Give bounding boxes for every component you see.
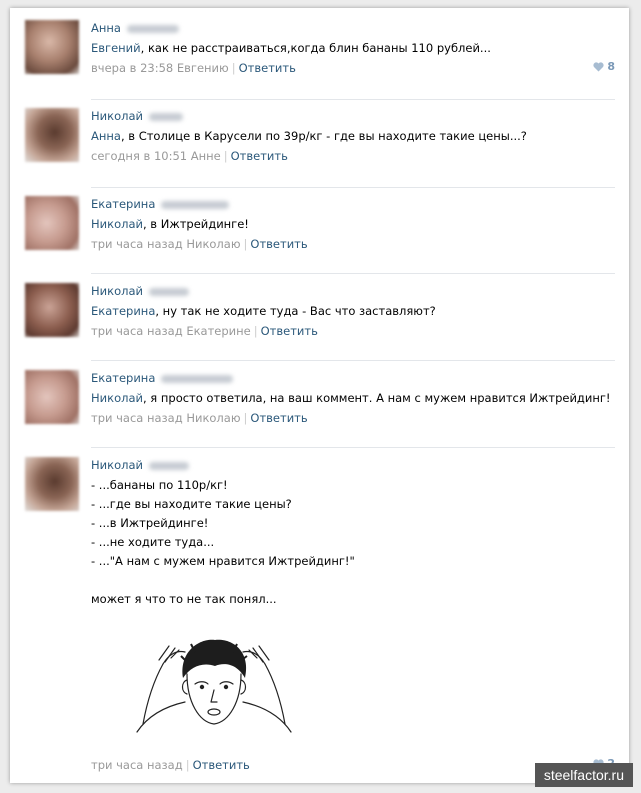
comment-meta: сегодня в 10:51 Анне | Ответить [91, 149, 288, 163]
avatar[interactable] [25, 283, 79, 337]
comment-text: - ...бананы по 110р/кг! - ...где вы нахо… [91, 476, 615, 609]
reply-button[interactable]: Ответить [231, 149, 288, 163]
author-name[interactable]: Анна [91, 21, 121, 35]
avatar[interactable] [25, 370, 79, 424]
addressee-link[interactable]: Екатерина [91, 304, 155, 318]
addressee-link[interactable]: Евгений [91, 41, 141, 55]
comment-text: Николай, я просто ответила, на ваш комме… [91, 391, 611, 405]
comment-line [91, 571, 615, 590]
like-count: 8 [607, 60, 615, 73]
comment-text: Екатерина, ну так не ходите туда - Вас ч… [91, 304, 436, 318]
comment-meta: три часа назад Николаю | Ответить [91, 237, 308, 251]
like-button[interactable]: 8 [593, 60, 615, 73]
comment: Анна Евгений, как не расстраиваться,когд… [25, 20, 615, 100]
comment-text: Николай, в Ижтрейдинге! [91, 217, 249, 231]
comment-line: - ..."А нам с мужем нравится Ижтрейдинг!… [91, 554, 355, 568]
comment-meta: три часа назад Екатерине | Ответить [91, 324, 318, 338]
author-name[interactable]: Николай [91, 458, 143, 472]
blurred-surname [148, 461, 189, 470]
comment-text: Евгений, как не расстраиваться,когда бли… [91, 41, 491, 55]
author-name[interactable]: Екатерина [91, 371, 155, 385]
comment-time[interactable]: сегодня в 10:51 Анне [91, 149, 221, 163]
avatar[interactable] [25, 108, 79, 162]
blurred-surname [148, 112, 183, 121]
author-name[interactable]: Николай [91, 109, 143, 123]
site-watermark: steelfactor.ru [534, 763, 633, 787]
comment: Екатерина Николай, я просто ответила, на… [25, 370, 615, 448]
author-name[interactable]: Николай [91, 284, 143, 298]
reply-button[interactable]: Ответить [261, 324, 318, 338]
confused-face-meme[interactable] [129, 632, 299, 734]
blurred-surname [126, 24, 179, 33]
avatar[interactable] [25, 196, 79, 250]
comment-time[interactable]: три часа назад [91, 758, 183, 772]
comment: Николай Екатерина, ну так не ходите туда… [25, 283, 615, 361]
avatar[interactable] [25, 457, 79, 511]
comment-meta: три часа назад Николаю | Ответить [91, 411, 308, 425]
addressee-link[interactable]: Николай [91, 391, 143, 405]
reply-button[interactable]: Ответить [250, 237, 307, 251]
comment-line: может я что то не так понял... [91, 592, 277, 606]
addressee-link[interactable]: Николай [91, 217, 143, 231]
comment-meta: вчера в 23:58 Евгению | Ответить [91, 61, 296, 75]
addressee-link[interactable]: Анна [91, 129, 121, 143]
comment-line: - ...в Ижтрейдинге! [91, 516, 209, 530]
blurred-surname [148, 287, 189, 296]
author-name[interactable]: Екатерина [91, 197, 155, 211]
reply-button[interactable]: Ответить [193, 758, 250, 772]
comment: Николай Анна, в Столице в Карусели по 39… [25, 108, 615, 188]
comment-time[interactable]: вчера в 23:58 Евгению [91, 61, 229, 75]
comment: Екатерина Николай, в Ижтрейдинге! три ча… [25, 196, 615, 274]
avatar[interactable] [25, 20, 79, 74]
comment: Николай - ...бананы по 110р/кг! - ...где… [25, 457, 615, 775]
comment-time[interactable]: три часа назад Екатерине [91, 324, 251, 338]
blurred-surname [161, 374, 234, 383]
comments-card: Анна Евгений, как не расстраиваться,когд… [10, 8, 629, 783]
heart-icon [593, 61, 604, 71]
comment-text: Анна, в Столице в Карусели по 39р/кг - г… [91, 129, 527, 143]
blurred-surname [161, 200, 230, 209]
reply-button[interactable]: Ответить [239, 61, 296, 75]
reply-button[interactable]: Ответить [250, 411, 307, 425]
comment-line: - ...бананы по 110р/кг! [91, 478, 228, 492]
comment-meta: три часа назад | Ответить [91, 758, 250, 772]
comment-time[interactable]: три часа назад Николаю [91, 237, 241, 251]
comment-line: - ...где вы находите такие цены? [91, 497, 292, 511]
comment-time[interactable]: три часа назад Николаю [91, 411, 241, 425]
comment-line: - ...не ходите туда... [91, 535, 215, 549]
